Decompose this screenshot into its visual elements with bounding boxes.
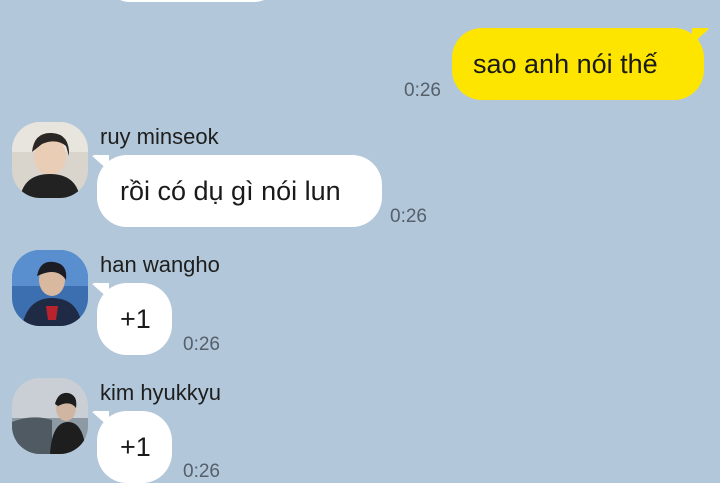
message-time: 0:26	[404, 80, 441, 101]
person-photo-icon	[12, 378, 88, 454]
message-time: 0:26	[390, 206, 427, 227]
message-text: rồi có dụ gì nói lun	[120, 175, 341, 206]
message-text: +1	[120, 431, 151, 462]
sender-name: ruy minseok	[100, 124, 219, 149]
message-bubble-incoming[interactable]: +1	[97, 283, 172, 355]
sender-name: kim hyukkyu	[100, 380, 222, 405]
message-time: 0:26	[183, 461, 220, 482]
avatar[interactable]	[12, 378, 88, 454]
message-time: 0:26	[183, 334, 220, 355]
message-bubble-outgoing[interactable]: sao anh nói thế	[452, 28, 704, 100]
message-bubble-partial	[108, 0, 276, 2]
person-photo-icon	[12, 250, 88, 326]
avatar[interactable]	[12, 250, 88, 326]
message-text: +1	[120, 303, 151, 334]
avatar[interactable]	[12, 122, 88, 198]
message-bubble-incoming[interactable]: rồi có dụ gì nói lun	[97, 155, 382, 227]
person-photo-icon	[12, 122, 88, 198]
sender-name: han wangho	[100, 252, 220, 277]
message-bubble-incoming[interactable]: +1	[97, 411, 172, 483]
message-text: sao anh nói thế	[473, 48, 658, 79]
